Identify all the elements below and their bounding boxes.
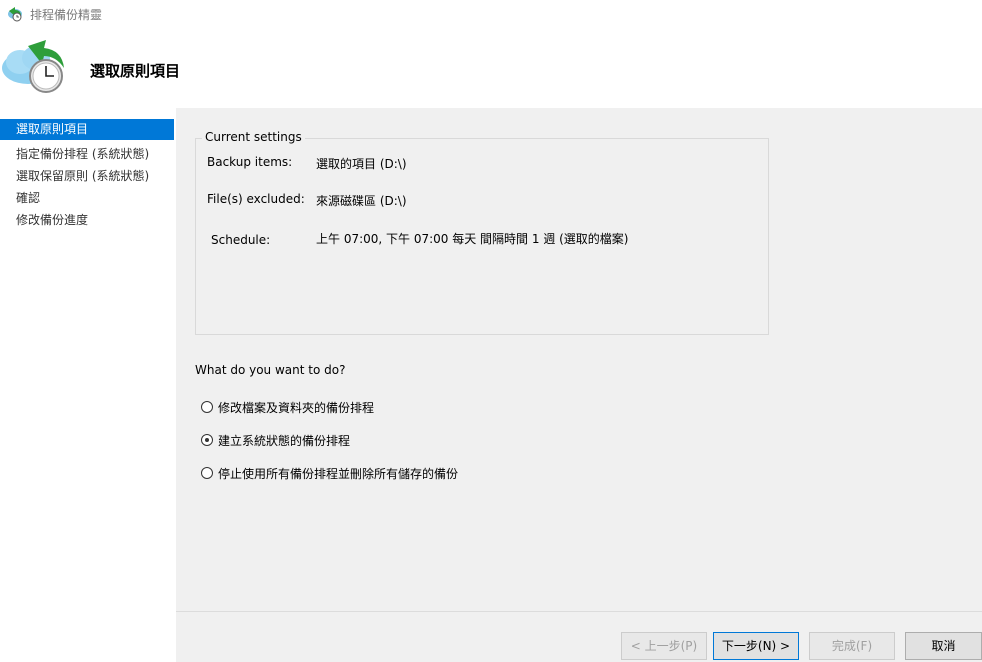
- radio-button-selected[interactable]: [201, 434, 213, 446]
- next-button[interactable]: 下一步(N) >: [713, 632, 799, 660]
- option-modify-file-backup[interactable]: 修改檔案及資料夾的備份排程: [201, 398, 374, 416]
- step-specify-schedule[interactable]: 指定備份排程 (系統狀態): [0, 144, 174, 165]
- backup-schedule-icon: [8, 7, 22, 22]
- backup-items-label: Backup items:: [207, 155, 293, 169]
- backup-items-value: 選取的項目 (D:\): [316, 157, 407, 171]
- option-label: 修改檔案及資料夾的備份排程: [218, 400, 375, 415]
- window-title: 排程備份精靈: [30, 8, 103, 22]
- title-bar: 排程備份精靈: [0, 0, 982, 28]
- finish-button[interactable]: 完成(F): [809, 632, 895, 660]
- step-confirm[interactable]: 確認: [0, 188, 174, 209]
- cloud-clock-backup-icon: [2, 40, 64, 93]
- option-create-system-state-backup[interactable]: 建立系統狀態的備份排程: [201, 431, 350, 449]
- option-stop-all-backups[interactable]: 停止使用所有備份排程並刪除所有儲存的備份: [201, 464, 458, 482]
- wizard-steps-sidebar: 選取原則項目 指定備份排程 (系統狀態) 選取保留原則 (系統狀態) 確認 修改…: [0, 108, 176, 662]
- step-select-policy-items[interactable]: 選取原則項目: [0, 119, 174, 140]
- page-title: 選取原則項目: [90, 62, 181, 80]
- cancel-button[interactable]: 取消: [905, 632, 982, 660]
- excluded-value: 來源磁碟區 (D:\): [316, 194, 407, 208]
- schedule-label: Schedule:: [211, 233, 271, 247]
- wizard-content: Current settings Backup items: 選取的項目 (D:…: [176, 108, 982, 611]
- step-select-retention[interactable]: 選取保留原則 (系統狀態): [0, 166, 174, 187]
- excluded-label: File(s) excluded:: [207, 192, 305, 206]
- step-modify-progress[interactable]: 修改備份進度: [0, 210, 174, 231]
- option-label: 建立系統狀態的備份排程: [218, 433, 351, 448]
- radio-button[interactable]: [201, 467, 213, 479]
- action-question: What do you want to do?: [195, 363, 346, 377]
- wizard-header: 選取原則項目: [0, 28, 982, 108]
- back-button[interactable]: < 上一步(P): [621, 632, 707, 660]
- radio-button[interactable]: [201, 401, 213, 413]
- option-label: 停止使用所有備份排程並刪除所有儲存的備份: [218, 466, 459, 481]
- current-settings-group: Current settings Backup items: 選取的項目 (D:…: [195, 130, 769, 335]
- current-settings-legend: Current settings: [202, 130, 305, 144]
- schedule-value: 上午 07:00, 下午 07:00 每天 間隔時間 1 週 (選取的檔案): [316, 232, 629, 246]
- wizard-footer: < 上一步(P) 下一步(N) > 完成(F) 取消: [176, 611, 982, 662]
